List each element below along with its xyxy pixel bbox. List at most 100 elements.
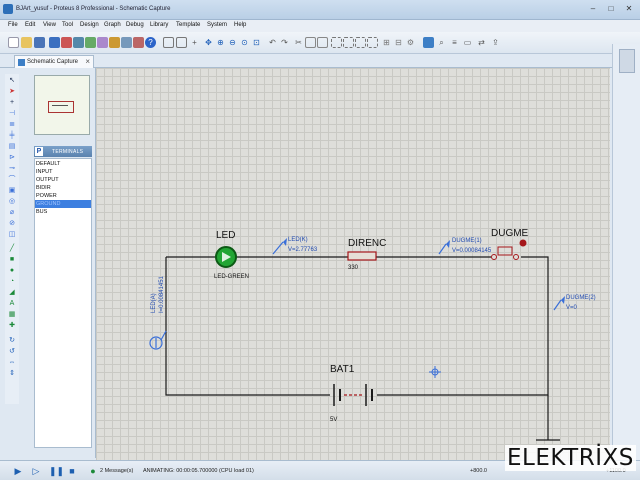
arc-tool-icon[interactable]: ◔ (7, 277, 17, 286)
mirror-y-icon[interactable]: ⇕ (7, 369, 17, 378)
marker-tool-icon[interactable]: ✚ (7, 321, 17, 330)
rotate-ccw-icon[interactable]: ↺ (7, 347, 17, 356)
text-tool-icon[interactable]: A (7, 299, 17, 308)
symbol-tool-icon[interactable]: ▦ (7, 310, 17, 319)
bom-icon[interactable] (109, 37, 120, 48)
step-button[interactable]: ▷ (31, 466, 41, 476)
block-copy-icon[interactable] (331, 37, 342, 48)
block-delete-icon[interactable] (367, 37, 378, 48)
terminal-input[interactable]: INPUT (35, 168, 91, 176)
path-tool-icon[interactable]: ◢ (7, 288, 17, 297)
scrollbar-thumb[interactable] (619, 49, 635, 73)
pan-icon[interactable]: ✥ (203, 37, 214, 48)
generator-mode-icon[interactable]: ◎ (7, 197, 17, 206)
line-tool-icon[interactable]: ╱ (7, 244, 17, 253)
pick-device-icon[interactable]: ⊞ (381, 37, 392, 48)
paste-icon[interactable] (317, 37, 328, 48)
schematic-canvas-area[interactable]: LED LED-GREEN LED(K) V=2.77763 DIRENC 33… (96, 68, 610, 460)
undo-icon[interactable]: ↶ (267, 37, 278, 48)
overview-preview[interactable] (34, 75, 90, 135)
pick-button[interactable]: P (35, 147, 43, 156)
minimize-button[interactable]: – (586, 3, 600, 14)
text-script-mode-icon[interactable]: ≣ (7, 120, 17, 129)
origin-icon[interactable]: + (189, 37, 200, 48)
terminal-ground[interactable]: GROUND (35, 200, 91, 208)
component-mode-icon[interactable]: ➤ (7, 87, 17, 96)
menu-tool[interactable]: Tool (62, 22, 73, 28)
zoom-area-icon[interactable]: ⊡ (251, 37, 262, 48)
copy-icon[interactable] (305, 37, 316, 48)
device-pins-mode-icon[interactable]: ⊸ (7, 164, 17, 173)
stop-button[interactable]: ■ (67, 466, 77, 476)
subcircuit-mode-icon[interactable]: ▤ (7, 142, 17, 151)
property-tool-icon[interactable]: ≡ (449, 37, 460, 48)
package-tool-icon[interactable]: ⚙ (405, 37, 416, 48)
menu-library[interactable]: Library (150, 22, 168, 28)
close-tab-icon[interactable]: × (85, 57, 90, 66)
junction-mode-icon[interactable]: + (7, 98, 17, 107)
new-icon[interactable] (8, 37, 19, 48)
schematic-icon[interactable] (61, 37, 72, 48)
cut-icon[interactable]: ✂ (293, 37, 304, 48)
menu-edit[interactable]: Edit (25, 22, 35, 28)
gerber-icon[interactable] (85, 37, 96, 48)
block-move-icon[interactable] (343, 37, 354, 48)
virtual-instruments-icon[interactable]: ◫ (7, 230, 17, 239)
menu-debug[interactable]: Debug (126, 22, 144, 28)
export-icon[interactable]: ⇪ (490, 37, 501, 48)
maximize-button[interactable]: □ (604, 3, 618, 14)
menu-template[interactable]: Template (176, 22, 200, 28)
wire-autorouter-icon[interactable] (423, 37, 434, 48)
menu-graph[interactable]: Graph (104, 22, 121, 28)
terminal-power[interactable]: POWER (35, 192, 91, 200)
open-icon[interactable] (21, 37, 32, 48)
messages-count[interactable]: 2 Message(s) (100, 468, 133, 474)
menu-design[interactable]: Design (80, 22, 99, 28)
menu-system[interactable]: System (207, 22, 227, 28)
new-sheet-icon[interactable]: ▭ (462, 37, 473, 48)
mirror-x-icon[interactable]: ⇔ (7, 358, 17, 367)
schematic-drawing[interactable]: LED LED-GREEN LED(K) V=2.77763 DIRENC 33… (96, 68, 610, 460)
3d-icon[interactable] (97, 37, 108, 48)
terminals-mode-icon[interactable]: ⊳ (7, 153, 17, 162)
menu-help[interactable]: Help (234, 22, 246, 28)
help-icon[interactable]: ? (145, 37, 156, 48)
vertical-scrollbar[interactable] (612, 44, 640, 460)
block-rotate-icon[interactable] (355, 37, 366, 48)
save-icon[interactable] (34, 37, 45, 48)
current-probe-icon[interactable]: ⊘ (7, 219, 17, 228)
menu-view[interactable]: View (43, 22, 56, 28)
box-tool-icon[interactable]: ■ (7, 255, 17, 264)
grid-icon[interactable] (176, 37, 187, 48)
close-button[interactable]: ✕ (622, 3, 636, 14)
redo-icon[interactable]: ↷ (279, 37, 290, 48)
pcb-icon[interactable] (73, 37, 84, 48)
rotate-cw-icon[interactable]: ↻ (7, 336, 17, 345)
terminal-default[interactable]: DEFAULT (35, 160, 91, 168)
circle-tool-icon[interactable]: ● (7, 266, 17, 275)
wire-label-mode-icon[interactable]: ⊣ (7, 109, 17, 118)
tab-schematic-capture[interactable]: Schematic Capture × (14, 55, 94, 68)
refresh-icon[interactable] (163, 37, 174, 48)
zoom-in-icon[interactable]: ⊕ (215, 37, 226, 48)
play-button[interactable]: ▶ (13, 466, 23, 476)
messages-icon[interactable]: ● (88, 466, 98, 476)
terminal-bus[interactable]: BUS (35, 208, 91, 216)
zoom-out-icon[interactable]: ⊖ (227, 37, 238, 48)
make-device-icon[interactable]: ⊟ (393, 37, 404, 48)
source-icon[interactable] (121, 37, 132, 48)
bus-mode-icon[interactable]: ╪ (7, 131, 17, 140)
vsm-icon[interactable] (133, 37, 144, 48)
pause-button[interactable]: ❚❚ (49, 466, 64, 476)
home-icon[interactable] (49, 37, 60, 48)
terminal-list[interactable]: DEFAULT INPUT OUTPUT BIDIR POWER GROUND … (34, 158, 92, 448)
select-mode-icon[interactable]: ↖ (7, 76, 17, 85)
terminal-output[interactable]: OUTPUT (35, 176, 91, 184)
menu-file[interactable]: File (8, 22, 18, 28)
netlist-icon[interactable]: ⇄ (476, 37, 487, 48)
search-icon[interactable]: ⌕ (436, 37, 447, 48)
terminal-bidir[interactable]: BIDIR (35, 184, 91, 192)
graph-mode-icon[interactable]: ⌒ (7, 175, 17, 184)
tape-recorder-icon[interactable]: ▣ (7, 186, 17, 195)
zoom-all-icon[interactable]: ⊙ (239, 37, 250, 48)
